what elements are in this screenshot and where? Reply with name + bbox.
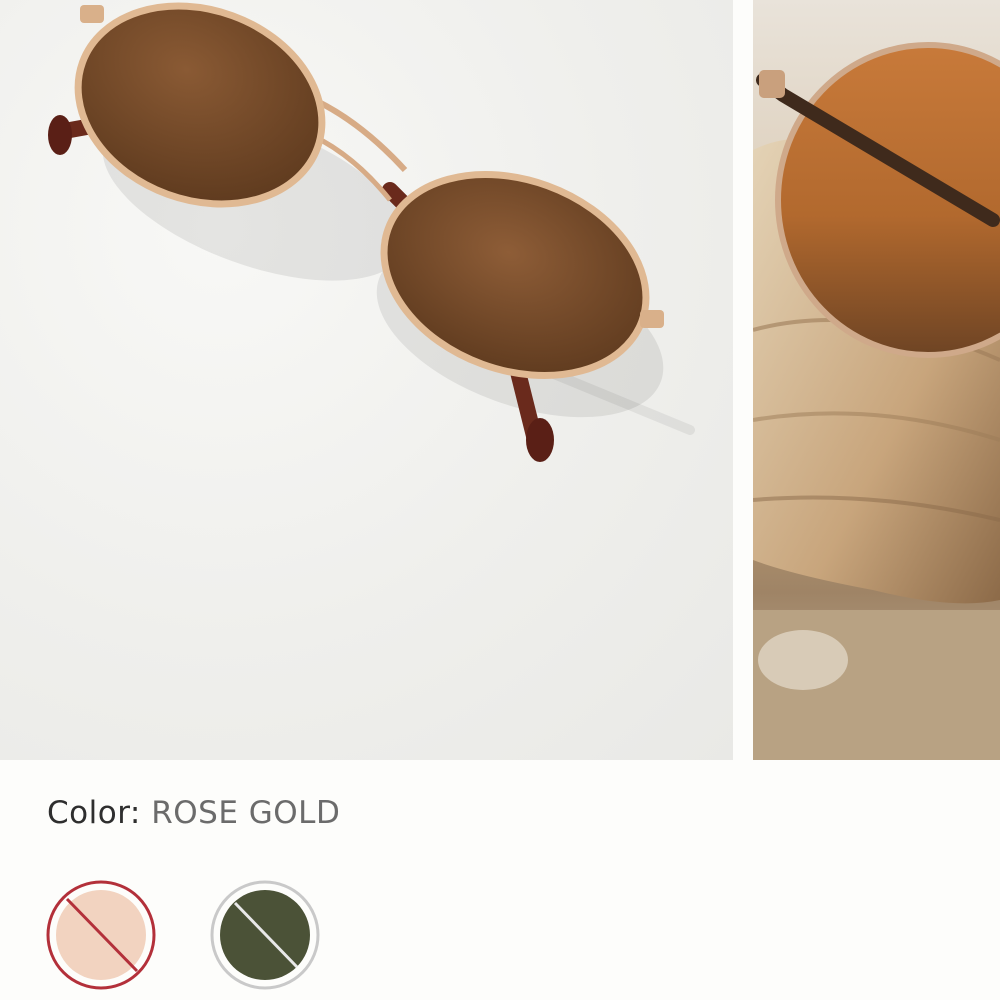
sunglasses-illustration [48,2,695,462]
product-detail-page: Color: ROSE GOLD [0,0,1000,1000]
product-photo-flat-lay[interactable] [0,0,733,760]
swatch-olive-circle [210,880,320,990]
product-image-gallery[interactable] [0,0,1000,760]
product-photo-on-shell[interactable] [753,0,1000,760]
color-label-key: Color: [47,795,141,831]
swatch-olive[interactable] [209,879,321,991]
swatch-rose-gold-circle [46,880,156,990]
selected-color-value: ROSE GOLD [151,795,341,831]
shell-scene-illustration [753,42,1000,760]
color-label: Color: ROSE GOLD [47,793,340,833]
swatch-rose-gold[interactable] [45,879,157,991]
